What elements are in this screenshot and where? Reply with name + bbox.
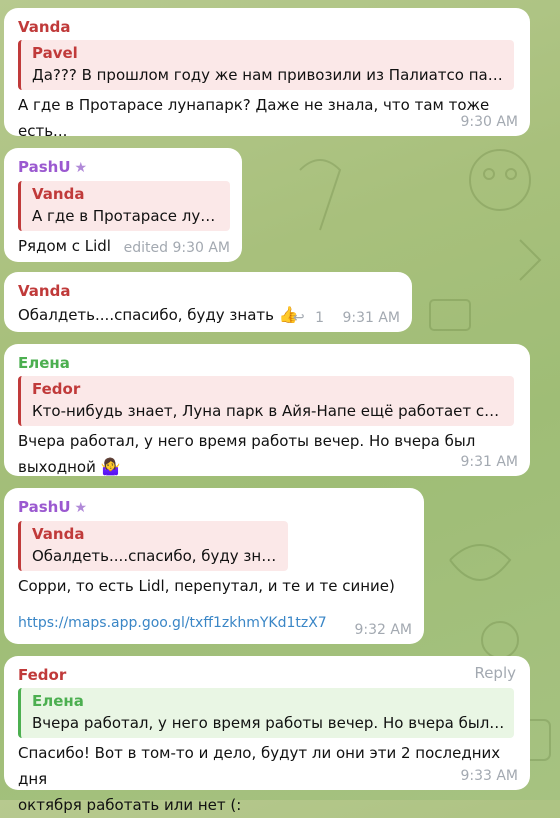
sender-name[interactable]: Vanda bbox=[18, 280, 402, 302]
message-bubble[interactable]: Vanda Обалдеть....спасибо, буду знать 👍 … bbox=[4, 272, 412, 332]
message-text-content: выходной bbox=[18, 458, 96, 476]
chat-area[interactable]: Vanda Pavel Да??? В прошлом году же нам … bbox=[0, 0, 560, 814]
sender-name-text: PashU bbox=[18, 498, 71, 516]
message-bubble[interactable]: Елена Fedor Кто-нибудь знает, Луна парк … bbox=[4, 344, 530, 476]
message-text-content: Обалдеть....спасибо, буду знать bbox=[18, 306, 274, 324]
reply-text-content: Обалдеть....спасибо, буду знать bbox=[32, 547, 280, 565]
message-bubble[interactable]: PashU ★ Vanda Обалдеть....спасибо, буду з… bbox=[4, 488, 424, 644]
sender-name-text: PashU bbox=[18, 158, 71, 176]
sender-name[interactable]: Fedor bbox=[18, 664, 520, 686]
reply-sender-name: Vanda bbox=[32, 525, 85, 543]
reply-quote[interactable]: Pavel Да??? В прошлом году же нам привоз… bbox=[18, 40, 514, 90]
reply-quote[interactable]: Vanda А где в Протарасе луна... bbox=[18, 181, 230, 231]
reply-sender-name: Pavel bbox=[32, 44, 78, 62]
reply-quote[interactable]: Елена Вчера работал, у него время работы… bbox=[18, 688, 514, 738]
message-bubble[interactable]: Vanda Pavel Да??? В прошлом году же нам … bbox=[4, 8, 530, 140]
message-text-line: выходной 🤷‍♀️ bbox=[18, 454, 520, 480]
maps-link[interactable]: https://maps.app.goo.gl/txff1zkhmYKd1tzX… bbox=[18, 615, 327, 631]
message-time: edited 9:30 AM bbox=[123, 240, 230, 256]
reply-quote[interactable]: Fedor Кто-нибудь знает, Луна парк в Айя-… bbox=[18, 376, 514, 426]
message-text-line: октября работать или нет (: bbox=[18, 796, 242, 814]
reply-text: А где в Протарасе луна... bbox=[32, 207, 222, 225]
message-time: 9:30 AM bbox=[460, 114, 518, 130]
message-time: 9:32 AM bbox=[354, 622, 412, 638]
message-text: А где в Протарасе лунапарк? Даже не знал… bbox=[18, 96, 490, 140]
message-text: Вчера работал, у него время работы вечер… bbox=[18, 428, 520, 480]
reply-text: Кто-нибудь знает, Луна парк в Айя-Напе е… bbox=[32, 402, 506, 420]
reply-button[interactable]: Reply bbox=[474, 664, 516, 682]
reply-quote[interactable]: Vanda Обалдеть....спасибо, буду знать 👍 bbox=[18, 521, 288, 571]
shrug-emoji-icon: 🤷‍♀️ bbox=[100, 457, 121, 476]
sender-name[interactable]: Vanda bbox=[18, 16, 520, 38]
message-time: 9:31 AM bbox=[460, 454, 518, 470]
message-bubble[interactable]: PashU ★ Vanda А где в Протарасе луна... Р… bbox=[4, 148, 242, 262]
reply-sender-name: Елена bbox=[32, 692, 84, 710]
reply-text: Вчера работал, у него время работы вечер… bbox=[32, 714, 506, 732]
message-meta: ↩ 1 9:31 AM bbox=[293, 310, 400, 326]
message-time: 9:33 AM bbox=[460, 768, 518, 784]
reply-text: Обалдеть....спасибо, буду знать 👍 bbox=[32, 545, 280, 567]
message-text-line: Спасибо! Вот в том-то и дело, будут ли о… bbox=[18, 744, 501, 788]
message-text: Спасибо! Вот в том-то и дело, будут ли о… bbox=[18, 740, 520, 818]
sender-name[interactable]: PashU ★ bbox=[18, 496, 414, 519]
message-text: Сорри, то есть Lidl, перепутал, и те и т… bbox=[18, 577, 395, 595]
message-bubble[interactable]: Fedor Reply Елена Вчера работал, у него … bbox=[4, 656, 530, 814]
reply-count[interactable]: 1 bbox=[315, 310, 324, 326]
premium-star-icon: ★ bbox=[74, 500, 88, 516]
sender-name[interactable]: Елена bbox=[18, 352, 520, 374]
premium-star-icon: ★ bbox=[74, 160, 88, 176]
reply-text: Да??? В прошлом году же нам привозили из… bbox=[32, 66, 506, 84]
message-text-line: Вчера работал, у него время работы вечер… bbox=[18, 432, 476, 450]
reply-sender-name: Fedor bbox=[32, 380, 81, 398]
sender-name[interactable]: PashU ★ bbox=[18, 156, 232, 179]
message-time: 9:31 AM bbox=[342, 310, 400, 326]
reply-sender-name: Vanda bbox=[32, 185, 85, 203]
reply-arrow-icon: ↩ bbox=[292, 310, 305, 326]
